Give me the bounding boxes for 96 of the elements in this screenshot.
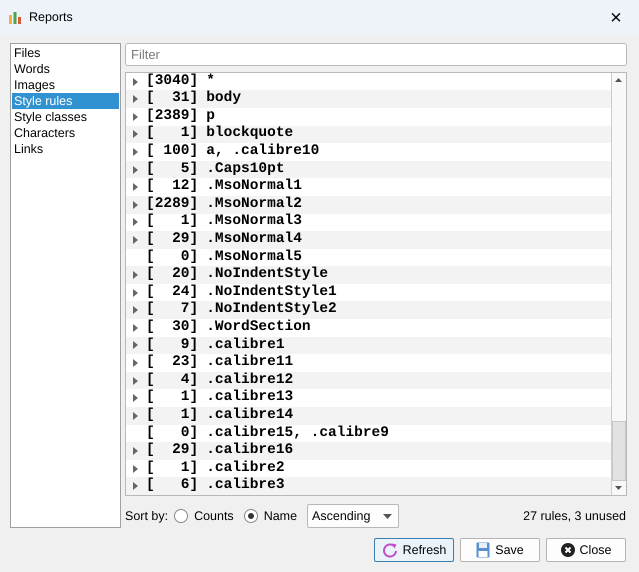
rule-count: [ 1] (146, 458, 198, 478)
sidebar-item[interactable]: Images (12, 77, 119, 93)
rule-selector: .calibre15, .calibre9 (206, 424, 389, 442)
close-icon (560, 543, 575, 557)
expand-arrow-icon[interactable] (132, 447, 138, 456)
rule-count: [ 24] (146, 282, 198, 302)
rule-selector: .MsoNormal3 (206, 212, 302, 232)
rule-count: [ 6] (146, 476, 198, 495)
rule-count: [ 5] (146, 160, 198, 178)
expand-arrow-icon[interactable] (132, 218, 138, 226)
refresh-icon (382, 542, 398, 558)
expand-arrow-icon[interactable] (132, 288, 138, 297)
order-dropdown[interactable]: Ascending (307, 504, 400, 528)
expand-arrow-icon[interactable] (132, 78, 138, 86)
sidebar-item[interactable]: Style classes (12, 109, 119, 125)
rule-selector: .Caps10pt (206, 160, 285, 178)
rule-selector: * (206, 72, 215, 90)
expand-arrow-icon[interactable] (132, 324, 138, 332)
save-button[interactable]: Save (460, 538, 540, 562)
expand-arrow-icon[interactable] (132, 482, 138, 490)
reports-icon (8, 10, 22, 24)
radio-button[interactable] (244, 509, 258, 523)
summary-text: 27 rules, 3 unused (523, 508, 626, 525)
sidebar-item[interactable]: Links (12, 141, 119, 157)
rule-selector: .NoIndentStyle1 (206, 282, 337, 302)
rule-selector: .calibre11 (206, 353, 294, 372)
expand-arrow-icon[interactable] (132, 148, 138, 156)
caret-icon (383, 514, 392, 518)
rule-selector: .calibre12 (206, 370, 294, 390)
radio-label[interactable]: Counts (194, 506, 234, 526)
save-icon (476, 542, 490, 558)
sidebar-item[interactable]: Characters (12, 125, 119, 141)
expand-arrow-icon[interactable] (132, 236, 138, 244)
rule-selector: .MsoNormal4 (206, 230, 302, 250)
rule-count: [ 1] (146, 388, 198, 408)
rule-selector: .MsoNormal2 (206, 194, 302, 214)
rule-count: [ 1] (146, 212, 198, 232)
rule-selector: .calibre1 (206, 336, 285, 354)
rule-selector: .calibre14 (206, 406, 294, 425)
rule-selector: .calibre3 (206, 476, 285, 495)
expand-arrow-icon[interactable] (132, 359, 138, 368)
rule-count: [2389] (146, 106, 198, 126)
expand-arrow-icon[interactable] (132, 95, 138, 104)
rule-selector: .calibre16 (206, 441, 294, 460)
sort-label: Sort by: (125, 508, 168, 525)
rule-selector: blockquote (206, 124, 294, 144)
rule-count: [ 1] (146, 124, 198, 144)
expand-arrow-icon[interactable] (132, 394, 138, 402)
expand-arrow-icon[interactable] (132, 341, 138, 350)
rule-selector: .calibre13 (206, 388, 294, 408)
expand-arrow-icon[interactable] (132, 412, 138, 420)
expand-arrow-icon[interactable] (132, 130, 138, 138)
rule-selector: a, .calibre10 (206, 142, 320, 162)
expand-arrow-icon[interactable] (132, 200, 138, 209)
close-button[interactable]: Close (546, 538, 626, 562)
expand-arrow-icon[interactable] (132, 112, 138, 121)
rule-selector: .NoIndentStyle2 (206, 300, 337, 320)
expand-arrow-icon[interactable] (132, 271, 138, 280)
expand-arrow-icon[interactable] (132, 376, 138, 385)
expand-arrow-icon[interactable] (132, 464, 138, 473)
rule-count: [ 23] (146, 353, 198, 372)
rule-count: [ 1] (146, 406, 198, 425)
rule-count: [3040] (146, 72, 198, 90)
rule-count: [ 100] (146, 142, 198, 162)
sidebar-item[interactable]: Files (12, 45, 119, 61)
rule-count: [ 31] (146, 89, 198, 108)
refresh-button[interactable]: Refresh (374, 538, 454, 562)
rule-count: [ 29] (146, 441, 198, 460)
rule-selector: .MsoNormal1 (206, 177, 302, 196)
rule-count: [ 4] (146, 370, 198, 390)
rule-count: [ 0] (146, 248, 198, 266)
rule-count: [ 0] (146, 424, 198, 442)
sidebar-item[interactable]: Words (12, 61, 119, 77)
rule-count: [ 20] (146, 265, 198, 284)
rule-selector: .calibre2 (206, 458, 285, 478)
filter-field[interactable]: Filter (125, 43, 627, 66)
radio-button[interactable] (174, 509, 188, 523)
window-title: Reports (29, 9, 73, 26)
rule-count: [ 12] (146, 177, 198, 196)
rule-selector: p (206, 106, 215, 126)
rule-count: [2289] (146, 194, 198, 214)
expand-arrow-icon[interactable] (132, 166, 138, 174)
rule-selector: .NoIndentStyle (206, 265, 328, 284)
rule-count: [ 29] (146, 230, 198, 250)
scrollbar[interactable] (611, 72, 626, 495)
rule-count: [ 9] (146, 336, 198, 354)
scrollbar-thumb[interactable] (612, 421, 626, 481)
close-button[interactable]: × (593, 6, 639, 28)
expand-arrow-icon[interactable] (132, 306, 138, 314)
rule-selector: body (206, 89, 242, 108)
rule-selector: .WordSection (206, 318, 311, 337)
rule-count: [ 7] (146, 300, 198, 320)
expand-arrow-icon[interactable] (132, 183, 138, 192)
rule-count: [ 30] (146, 318, 198, 337)
radio-label[interactable]: Name (264, 506, 298, 526)
rule-selector: .MsoNormal5 (206, 248, 302, 266)
